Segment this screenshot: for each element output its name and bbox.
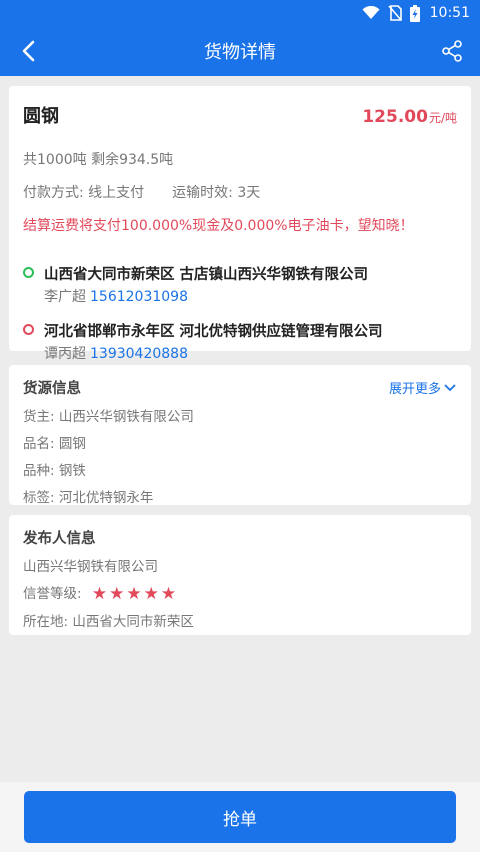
payment-method: 付款方式: 线上支付 [23,185,145,201]
no-sim-icon [388,5,402,21]
battery-charging-icon [409,4,420,22]
category-info: 品种: 钢铁 [23,463,86,479]
product-name: 圆钢 [23,106,59,127]
destination-contact: 谭丙超 [44,346,86,362]
destination-dot-icon [23,324,34,335]
expand-more-label: 展开更多 [388,382,441,397]
credit-rating-row: 信誉等级: ★ ★ ★ ★ ★ [23,582,457,603]
tags-info: 标签: 河北优特钢永年 [23,490,154,506]
share-icon[interactable] [436,35,468,67]
source-info-card: 货源信息 展开更多 货主: 山西兴华钢铁有限公司 品名: 圆钢 品种: 钢铁 标… [9,365,471,506]
source-info-title: 货源信息 [23,381,81,397]
owner-info: 货主: 山西兴华钢铁有限公司 [23,409,194,425]
bottom-action-bar: 抢单 [0,782,480,852]
product-info: 品名: 圆钢 [23,436,86,452]
price: 125.00元/吨 [362,107,457,127]
destination-address-text: 河北省邯郸市永年区 河北优特钢供应链管理有限公司 [44,324,383,340]
navigation-bar: 货物详情 [0,26,480,76]
star-icon: ★ [143,583,159,604]
payment-transport-row: 付款方式: 线上支付 运输时效: 3天 [23,182,457,202]
clock: 10:51 [429,5,470,21]
publisher-location: 所在地: 山西省大同市新荣区 [23,613,194,630]
destination-phone-link[interactable]: 13930420888 [90,346,188,362]
origin-address: 山西省大同市新荣区 古店镇山西兴华钢铁有限公司 李广超 15612031098 [23,263,457,306]
origin-contact: 李广超 [44,289,86,305]
star-icon: ★ [126,583,142,604]
origin-phone-link[interactable]: 15612031098 [90,289,188,305]
page-title: 货物详情 [204,42,276,63]
status-bar: 10:51 [0,0,480,26]
quantity-info: 共1000吨 剩余934.5吨 [23,152,174,168]
goods-summary-card: 圆钢 125.00元/吨 共1000吨 剩余934.5吨 付款方式: 线上支付 运… [9,86,471,362]
origin-dot-icon [23,267,34,278]
publisher-company: 山西兴华钢铁有限公司 [23,559,158,575]
expand-more-button[interactable]: 展开更多 [389,378,457,397]
settlement-notice: 结算运费将支付100.000%现金及0.000%电子油卡，望知晓！ [23,218,414,234]
publisher-info-title: 发布人信息 [23,531,96,547]
publisher-info-card: 发布人信息 山西兴华钢铁有限公司 信誉等级: ★ ★ ★ ★ ★ 所在地: 山西省大同市… [9,515,471,635]
star-icon: ★ [160,583,177,604]
transport-time: 运输时效: 3天 [172,185,261,201]
star-icon: ★ [109,583,125,604]
chevron-down-icon [444,383,456,391]
price-unit: 元/吨 [428,111,457,125]
credit-stars: ★ ★ ★ ★ ★ [91,583,177,604]
back-arrow-icon[interactable] [12,35,44,67]
origin-address-text: 山西省大同市新荣区 古店镇山西兴华钢铁有限公司 [44,267,369,283]
price-value: 125.00 [362,107,428,127]
wifi-icon [362,6,380,20]
star-icon: ★ [91,583,108,604]
credit-label: 信誉等级: [23,586,82,602]
destination-address: 河北省邯郸市永年区 河北优特钢供应链管理有限公司 谭丙超 13930420888 [23,320,457,363]
grab-order-button[interactable]: 抢单 [24,791,456,843]
